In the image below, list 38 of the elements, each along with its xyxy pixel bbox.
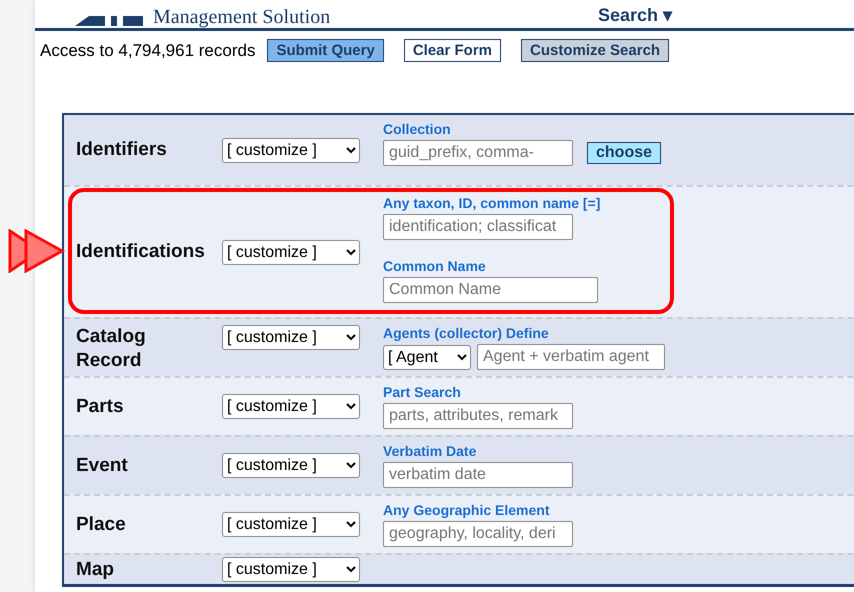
text-field[interactable]: verbatim date: [383, 462, 573, 488]
section-label: Parts: [76, 394, 124, 418]
section-label: Identifiers: [76, 138, 167, 162]
record-count: Access to 4,794,961 records: [40, 40, 256, 60]
toolbar-button[interactable]: Submit Query: [267, 39, 384, 62]
agent-select[interactable]: [ Agent: [383, 344, 471, 370]
text-field[interactable]: geography, locality, deri: [383, 521, 573, 547]
field-label: Part Search: [383, 384, 462, 401]
section-label: Event: [76, 454, 128, 478]
text-field[interactable]: Agent + verbatim agent: [477, 344, 665, 370]
section-label: Place: [76, 512, 126, 536]
toolbar-button[interactable]: Clear Form: [404, 39, 502, 62]
double-arrow-icon: [8, 229, 66, 273]
text-field[interactable]: guid_prefix, comma-: [383, 140, 573, 166]
field-label: Verbatim Date: [383, 443, 478, 460]
customize-select[interactable]: [ customize ]: [222, 240, 360, 264]
customize-select[interactable]: [ customize ]: [222, 138, 360, 162]
customize-select[interactable]: [ customize ]: [222, 394, 360, 419]
search-menu[interactable]: Search ▾: [598, 4, 672, 26]
text-field[interactable]: parts, attributes, remark: [383, 403, 573, 429]
choose-button[interactable]: choose: [587, 142, 662, 164]
section-label: Catalog Record: [76, 325, 146, 373]
toolbar-button[interactable]: Customize Search: [521, 39, 670, 62]
field-label: Collection: [383, 121, 452, 138]
field-label: Any Geographic Element: [383, 502, 550, 519]
field-label: Agents (collector) Define: [383, 325, 550, 342]
customize-select[interactable]: [ customize ]: [222, 512, 360, 537]
text-field[interactable]: identification; classificat: [383, 214, 573, 240]
section-label: Map: [76, 558, 114, 582]
logo-icon: [75, 16, 145, 26]
field-label: Any taxon, ID, common name [=]: [383, 195, 602, 212]
customize-select[interactable]: [ customize ]: [222, 453, 360, 478]
customize-select[interactable]: [ customize ]: [222, 325, 360, 350]
field-label: Common Name: [383, 258, 487, 275]
customize-select[interactable]: [ customize ]: [222, 557, 360, 582]
site-title: Management Solution: [153, 6, 330, 28]
text-field[interactable]: Common Name: [383, 277, 598, 303]
section-label: Identifications: [76, 240, 205, 264]
